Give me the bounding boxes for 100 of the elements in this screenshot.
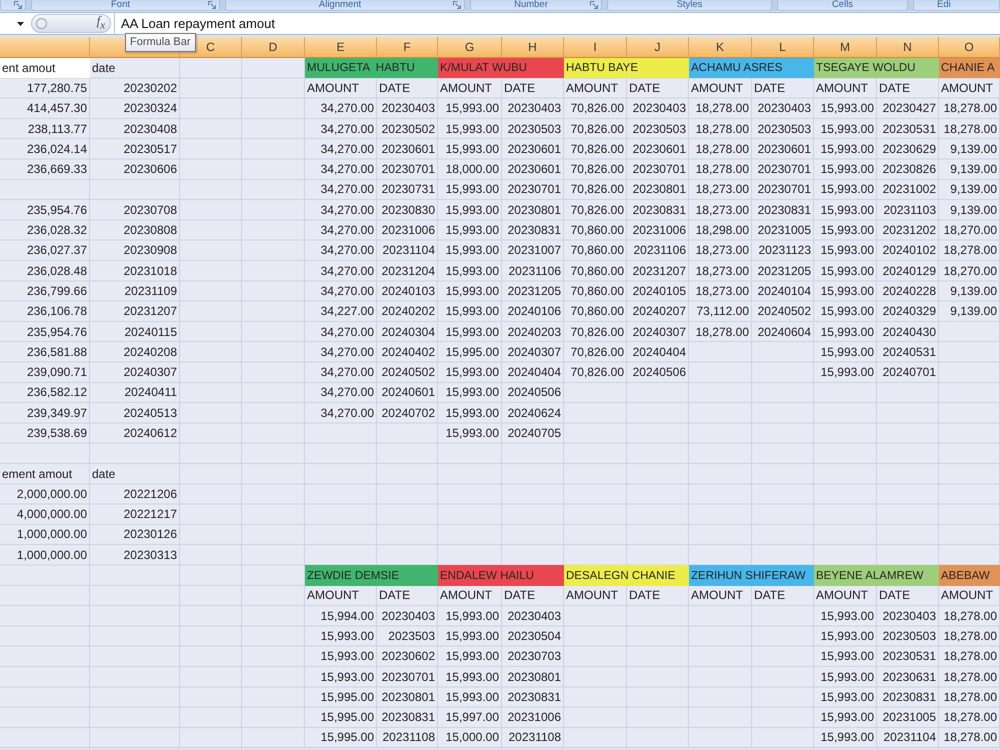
value-cell-text: 15,993.00 — [444, 364, 500, 382]
heading-cell-text: AMOUNT — [690, 587, 744, 604]
value-cell-text: 20230601 — [506, 140, 562, 158]
name-header-cell: K/MULAT WUBU — [438, 58, 564, 78]
value-cell-text: 238,113.77 — [26, 120, 88, 138]
value-cell-text: 4,000,000.00 — [16, 506, 88, 524]
name-header-cell: ENDALEW HAILU — [438, 565, 564, 586]
value-cell-text: 34,270.00 — [320, 202, 375, 219]
value-cell-text: 34,270.00 — [320, 364, 375, 382]
value-cell-text: 9,139.00 — [949, 303, 998, 320]
value-cell-text: 20230503 — [882, 628, 937, 645]
value-cell-text: 18,273.00 — [694, 202, 750, 219]
ribbon-group-label: Cells — [830, 0, 854, 10]
name-header-cell: HABTU BAYE — [564, 58, 689, 78]
value-cell-text: 20230403 — [882, 608, 937, 625]
value-cell-text: 20231123 — [758, 242, 812, 260]
value-cell-text: 18,000.00 — [444, 161, 500, 178]
ribbon-group-label: Font — [110, 0, 131, 10]
value-cell-text: 70,860.00 — [570, 303, 625, 320]
value-cell-text: 15,000.00 — [444, 729, 500, 746]
value-cell-text: 15,993.00 — [820, 628, 875, 645]
heading-cell-text: AMOUNT — [306, 587, 360, 604]
value-cell-text: 18,278.00 — [942, 668, 998, 686]
value-cell-text: 15,993.00 — [444, 668, 500, 686]
value-cell-text: 15,993.00 — [444, 222, 500, 240]
value-cell-text: 15,993.00 — [320, 668, 375, 686]
value-cell-text: 20231006 — [632, 222, 687, 240]
value-cell-text: 20240702 — [380, 404, 436, 422]
value-cell-text: 20240115 — [124, 324, 178, 340]
value-cell-text: 34,270.00 — [320, 140, 375, 158]
value-cell-text: 18,278.00 — [694, 161, 750, 178]
value-cell-text: 20230403 — [632, 100, 687, 118]
ribbon-group-label: Number — [513, 0, 549, 10]
value-cell-text: 20231207 — [122, 303, 178, 320]
value-cell-text: 20230701 — [756, 181, 812, 198]
value-cell-text: 15,995.00 — [444, 344, 500, 361]
value-cell-text: 20230202 — [122, 80, 178, 97]
value-cell-text: 20230504 — [506, 628, 562, 645]
value-cell-text: 70,860.00 — [570, 242, 625, 260]
value-cell-text: 15,994.00 — [320, 608, 375, 625]
heading-cell-text: DATE — [503, 587, 536, 604]
value-cell-text: 20230502 — [380, 120, 436, 138]
value-cell-text: 18,278.00 — [942, 688, 998, 706]
name-header-cell: TSEGAYE WOLDU — [814, 58, 939, 78]
heading-cell-text: DATE — [378, 587, 412, 604]
value-cell-text: 18,270.00 — [942, 222, 998, 240]
value-cell-text: 20230701 — [380, 668, 436, 686]
value-cell-text: 20240404 — [506, 364, 562, 382]
value-cell-text: 20230631 — [882, 668, 937, 686]
value-cell-text: 15,993.00 — [444, 242, 500, 260]
value-cell-text: 239,349.97 — [26, 404, 88, 422]
name-header-cell: CHANIE A — [939, 58, 1000, 78]
value-cell-text: 20240506 — [506, 384, 562, 402]
value-cell-text: 20230606 — [122, 161, 178, 178]
value-cell-text: 236,027.37 — [26, 242, 88, 260]
value-cell-text: 20230701 — [380, 161, 436, 178]
value-cell-text: 18,273.00 — [694, 242, 750, 260]
value-cell-text: 15,993.00 — [820, 729, 875, 746]
value-cell-text: 20231205 — [756, 262, 812, 280]
value-cell-text: 239,538.69 — [26, 424, 88, 442]
value-cell-text: 15,993.00 — [444, 120, 500, 138]
value-cell-text: 20240304 — [380, 324, 436, 340]
value-cell-text: 20230427 — [882, 100, 937, 118]
value-cell-text: 20240104 — [756, 282, 812, 300]
value-cell-text: 1,000,000.00 — [16, 526, 88, 544]
value-cell-text: 20230403 — [380, 608, 436, 625]
value-cell-text: 20230324 — [122, 100, 178, 118]
value-cell-text: 20230701 — [506, 181, 562, 198]
value-cell-text: 20240307 — [632, 324, 687, 340]
heading-cell-text: AMOUNT — [565, 587, 619, 604]
value-cell-text: 20230708 — [122, 202, 178, 219]
value-cell-text: 15,993.00 — [820, 100, 875, 118]
value-cell-text: 20230703 — [506, 648, 562, 666]
value-cell-text: 20240105 — [632, 282, 687, 300]
value-cell-text: 15,997.00 — [444, 709, 500, 726]
value-cell-text: 20230503 — [506, 120, 562, 138]
value-cell-text: 20240701 — [882, 364, 937, 382]
value-cell-text: 20230830 — [380, 202, 436, 219]
value-cell-text: 20240102 — [882, 242, 937, 260]
value-cell-text: 18,278.00 — [694, 140, 750, 158]
value-cell-text: 20240604 — [756, 324, 812, 340]
value-cell-text: 15,993.00 — [444, 424, 500, 442]
value-cell-text: 73,112.00 — [696, 303, 750, 320]
value-cell-text: 20230503 — [632, 120, 687, 138]
value-cell-text: 20240307 — [122, 364, 178, 382]
value-cell-text: 236,024.14 — [26, 140, 88, 158]
value-cell-text: 9,139.00 — [949, 282, 998, 300]
value-cell-text: 236,582.12 — [26, 384, 88, 402]
heading-cell-text: AMOUNT — [439, 80, 493, 97]
value-cell-text: 34,227.00 — [320, 303, 375, 320]
value-cell-text: 20230831 — [882, 688, 937, 706]
heading-cell-text: AMOUNT — [439, 587, 493, 604]
value-cell-text: 15,993.00 — [444, 202, 500, 219]
value-cell-text: 34,270.00 — [320, 344, 375, 361]
value-cell-text: 20231204 — [380, 262, 436, 280]
value-cell-text: 235,954.76 — [26, 324, 88, 340]
value-cell-text: 15,993.00 — [820, 344, 875, 361]
value-cell-text: 70,826.00 — [570, 364, 625, 382]
value-cell-text: 20230831 — [506, 222, 562, 240]
value-cell-text: 15,993.00 — [820, 242, 875, 260]
